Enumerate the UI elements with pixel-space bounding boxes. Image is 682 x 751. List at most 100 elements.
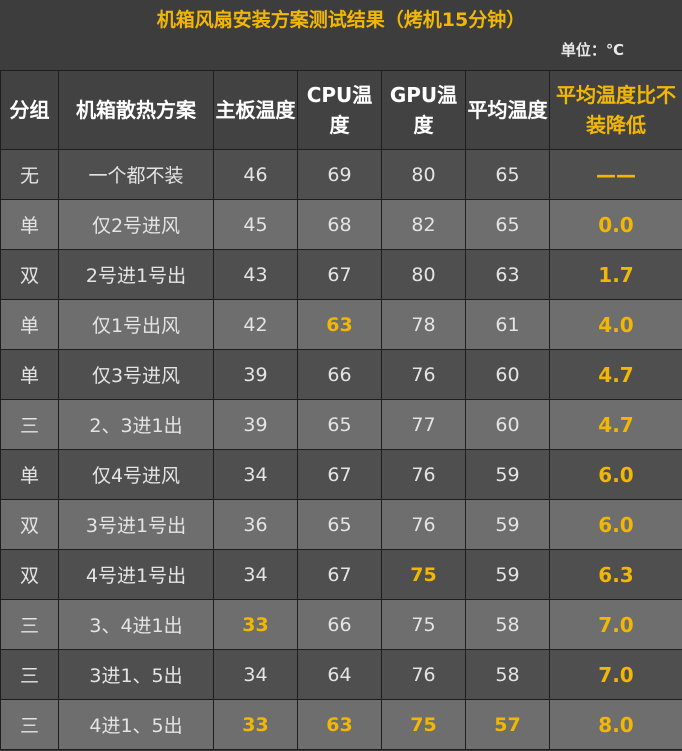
table-row: 单仅2号进风 45 68 82 65 0.0: [0, 199, 682, 250]
cell-avg-temp: 59: [465, 449, 550, 500]
cell-avg-temp: 60: [465, 349, 550, 400]
cell-gpu-temp: 75: [381, 549, 466, 600]
cell-group: 无: [0, 149, 59, 200]
cell-avg-temp: 59: [465, 549, 550, 600]
cell-gpu-temp: 77: [381, 399, 466, 450]
table-row: 三 2、3进1出 39 65 77 60 4.7: [0, 399, 682, 450]
cell-scheme: 3进1、5出: [58, 649, 214, 700]
cell-group: 双: [0, 499, 59, 550]
cell-scheme: 仅1号出风: [58, 299, 214, 350]
cell-gpu-temp: 75: [381, 599, 466, 650]
cell-avg-temp: 65: [465, 199, 550, 250]
cell-avg-temp: 59: [465, 499, 550, 550]
table-row: 单仅4号进风 34 67 76 59 6.0: [0, 449, 682, 500]
cell-scheme: 2、3进1出: [58, 399, 214, 450]
cell-gpu-temp: 76: [381, 449, 466, 500]
table-row: 无一个都不装 46 69 80 65 ——: [0, 149, 682, 200]
cell-avg-drop: 6.0: [549, 499, 682, 550]
table-header-row: 分组 机箱散热方案 主板温度 CPU温度 GPU温度 平均温度 平均温度比不装降…: [0, 70, 682, 150]
cell-group: 双: [0, 549, 59, 600]
cell-gpu-temp: 76: [381, 499, 466, 550]
cell-gpu-temp: 78: [381, 299, 466, 350]
table-row: 双 2号进1号出 43 67 80 63 1.7: [0, 249, 682, 300]
cell-avg-drop: 7.0: [549, 599, 682, 650]
cell-cpu-temp: 65: [297, 499, 382, 550]
results-table: 分组 机箱散热方案 主板温度 CPU温度 GPU温度 平均温度 平均温度比不装降…: [0, 70, 682, 750]
cell-avg-temp: 58: [465, 599, 550, 650]
header-mb-temp: 主板温度: [213, 70, 298, 150]
table-row: 单仅1号出风 42 63 78 61 4.0: [0, 299, 682, 350]
cell-avg-drop: 6.0: [549, 449, 682, 500]
cell-cpu-temp: 67: [297, 449, 382, 500]
cell-group: 三: [0, 699, 59, 750]
cell-cpu-temp: 68: [297, 199, 382, 250]
cell-gpu-temp: 76: [381, 649, 466, 700]
cell-avg-drop: 4.7: [549, 399, 682, 450]
cell-avg-drop: 8.0: [549, 699, 682, 750]
cell-scheme: 4号进1号出: [58, 549, 214, 600]
cell-mb-temp: 39: [213, 349, 298, 400]
cell-avg-drop: 7.0: [549, 649, 682, 700]
table-row: 三 3进1、5出 34 64 76 58 7.0: [0, 649, 682, 700]
header-avg-drop: 平均温度比不装降低: [549, 70, 682, 150]
table-row: 三 3、4进1出 33 66 75 58 7.0: [0, 599, 682, 650]
header-gpu-temp: GPU温度: [381, 70, 466, 150]
cell-avg-drop: 0.0: [549, 199, 682, 250]
table-row: 双 3号进1号出 36 65 76 59 6.0: [0, 499, 682, 550]
header-scheme: 机箱散热方案: [58, 70, 214, 150]
cell-gpu-temp: 75: [381, 699, 466, 750]
cell-avg-temp: 65: [465, 149, 550, 200]
cell-mb-temp: 45: [213, 199, 298, 250]
cell-cpu-temp: 67: [297, 549, 382, 600]
cell-gpu-temp: 80: [381, 149, 466, 200]
cell-mb-temp: 36: [213, 499, 298, 550]
cell-avg-drop: 6.3: [549, 549, 682, 600]
cell-avg-temp: 60: [465, 399, 550, 450]
cell-mb-temp: 39: [213, 399, 298, 450]
table-row: 三 4进1、5出 33 63 75 57 8.0: [0, 699, 682, 750]
cell-scheme: 3号进1号出: [58, 499, 214, 550]
cell-scheme: 仅2号进风: [58, 199, 214, 250]
cell-mb-temp: 34: [213, 549, 298, 600]
cell-cpu-temp: 67: [297, 249, 382, 300]
cell-scheme: 3、4进1出: [58, 599, 214, 650]
cell-cpu-temp: 65: [297, 399, 382, 450]
cell-avg-temp: 57: [465, 699, 550, 750]
cell-mb-temp: 34: [213, 649, 298, 700]
table-row: 双 4号进1号出 34 67 75 59 6.3: [0, 549, 682, 600]
cell-avg-drop: 1.7: [549, 249, 682, 300]
cell-mb-temp: 46: [213, 149, 298, 200]
cell-mb-temp: 33: [213, 699, 298, 750]
cell-group: 三: [0, 649, 59, 700]
cell-mb-temp: 42: [213, 299, 298, 350]
cell-mb-temp: 33: [213, 599, 298, 650]
cell-group: 单: [0, 199, 59, 250]
cell-cpu-temp: 69: [297, 149, 382, 200]
cell-group: 双: [0, 249, 59, 300]
header-avg-temp: 平均温度: [465, 70, 550, 150]
table-row: 单仅3号进风 39 66 76 60 4.7: [0, 349, 682, 400]
cell-scheme: 2号进1号出: [58, 249, 214, 300]
cell-cpu-temp: 66: [297, 599, 382, 650]
cell-mb-temp: 43: [213, 249, 298, 300]
cell-avg-drop: 4.0: [549, 299, 682, 350]
results-figure: 机箱风扇安装方案测试结果（烤机15分钟） 单位：℃ 分组 机箱散热方案 主板温度…: [0, 0, 682, 751]
cell-avg-drop: ——: [549, 149, 682, 200]
cell-scheme: 仅3号进风: [58, 349, 214, 400]
cell-group: 三: [0, 399, 59, 450]
unit-label: 单位：℃: [560, 41, 624, 59]
cell-avg-temp: 63: [465, 249, 550, 300]
cell-avg-temp: 58: [465, 649, 550, 700]
cell-scheme: 4进1、5出: [58, 699, 214, 750]
cell-gpu-temp: 82: [381, 199, 466, 250]
cell-group: 单: [0, 299, 59, 350]
header-cpu-temp: CPU温度: [297, 70, 382, 150]
cell-avg-temp: 61: [465, 299, 550, 350]
cell-cpu-temp: 66: [297, 349, 382, 400]
cell-gpu-temp: 76: [381, 349, 466, 400]
cell-avg-drop: 4.7: [549, 349, 682, 400]
cell-scheme: 仅4号进风: [58, 449, 214, 500]
cell-group: 三: [0, 599, 59, 650]
table-body: 无一个都不装 46 69 80 65 —— 单仅2号进风 45 68 82 65 0.0 双 2号进1号出…: [0, 149, 682, 750]
cell-group: 单: [0, 349, 59, 400]
